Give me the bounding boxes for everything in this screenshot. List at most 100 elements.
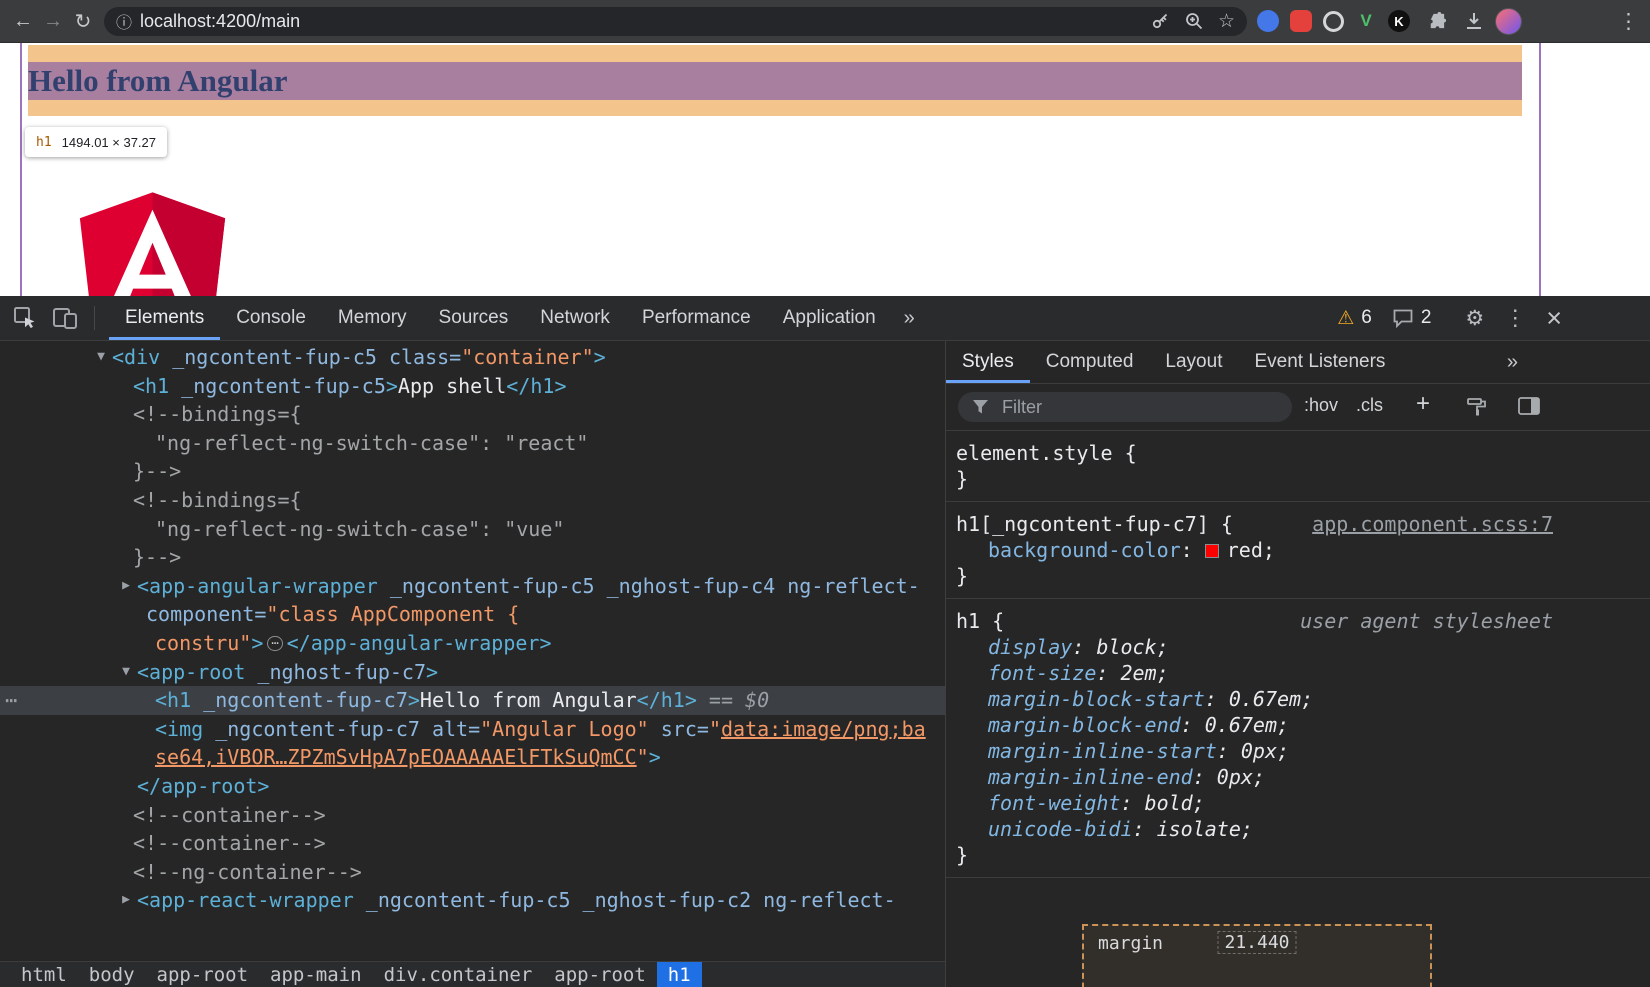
reload-button[interactable]: ↻ — [68, 9, 98, 34]
property-name[interactable]: display — [988, 635, 1072, 659]
styles-tab-computed[interactable]: Computed — [1030, 341, 1150, 383]
extension-icon-v[interactable]: V — [1355, 10, 1377, 32]
devtools-close-icon[interactable]: × — [1546, 308, 1562, 328]
devtools-tab-memory[interactable]: Memory — [322, 296, 423, 340]
collapse-arrow-icon[interactable]: ▶ — [117, 886, 135, 915]
property-value[interactable]: 2em — [1120, 661, 1156, 685]
tree-node[interactable]: "ng-reflect-ng-switch-case": "react" — [0, 429, 945, 458]
color-swatch[interactable] — [1205, 544, 1219, 558]
property-name[interactable]: background-color — [988, 538, 1181, 562]
tree-node[interactable]: }--> — [0, 543, 945, 572]
devtools-tab-elements[interactable]: Elements — [109, 296, 220, 340]
device-toolbar-icon[interactable] — [52, 306, 78, 330]
tree-node[interactable]: <!--ng-container--> — [0, 858, 945, 887]
property-value[interactable]: bold — [1145, 791, 1193, 815]
property-value[interactable]: 0.67em — [1229, 687, 1301, 711]
styles-more-tabs-icon[interactable]: » — [1495, 341, 1530, 383]
style-declaration[interactable]: display: block; — [956, 634, 1650, 660]
devtools-tab-console[interactable]: Console — [220, 296, 322, 340]
style-declaration[interactable]: unicode-bidi: isolate; — [956, 816, 1650, 842]
extension-icon-red[interactable] — [1290, 10, 1312, 32]
property-value[interactable]: 0px — [1241, 739, 1277, 763]
devtools-tab-sources[interactable]: Sources — [423, 296, 525, 340]
styles-tab-styles[interactable]: Styles — [946, 341, 1030, 383]
styles-tab-layout[interactable]: Layout — [1149, 341, 1238, 383]
back-button[interactable]: ← — [8, 10, 38, 33]
expand-arrow-icon[interactable]: ▼ — [92, 343, 110, 372]
breadcrumb-app-root[interactable]: app-root — [543, 962, 657, 987]
devtools-tab-application[interactable]: Application — [767, 296, 892, 340]
profile-avatar[interactable] — [1495, 8, 1522, 35]
tree-node[interactable]: <!--bindings={ — [0, 400, 945, 429]
styles-tab-event-listeners[interactable]: Event Listeners — [1238, 341, 1401, 383]
property-value[interactable]: 0.67em — [1205, 713, 1277, 737]
devtools-tab-network[interactable]: Network — [524, 296, 626, 340]
extension-icon-ring[interactable] — [1323, 11, 1344, 32]
extensions-puzzle-icon[interactable] — [1421, 11, 1451, 32]
style-declaration[interactable]: margin-inline-end: 0px; — [956, 764, 1650, 790]
breadcrumb-html[interactable]: html — [10, 962, 78, 987]
tree-node-selected[interactable]: ⋯<h1 _ngcontent-fup-c7>Hello from Angula… — [0, 686, 945, 715]
property-name[interactable]: margin-inline-end — [988, 765, 1193, 789]
style-declaration[interactable]: font-size: 2em; — [956, 660, 1650, 686]
tree-node[interactable]: }--> — [0, 457, 945, 486]
warnings-badge[interactable]: ⚠ 6 — [1337, 307, 1372, 330]
tree-node[interactable]: "ng-reflect-ng-switch-case": "vue" — [0, 515, 945, 544]
stylesheet-source-link[interactable]: app.component.scss:7 — [1312, 511, 1553, 537]
property-value[interactable]: red — [1227, 538, 1263, 562]
tree-node[interactable]: ▼<div _ngcontent-fup-c5 class="container… — [0, 343, 945, 372]
style-rule[interactable]: h1[_ngcontent-fup-c7] {app.component.scs… — [946, 502, 1650, 599]
tree-node[interactable]: <h1 _ngcontent-fup-c5>App shell</h1> — [0, 372, 945, 401]
tree-node[interactable]: <!--container--> — [0, 801, 945, 830]
password-key-icon[interactable] — [1150, 11, 1170, 31]
browser-menu-icon[interactable]: ⋮ — [1618, 9, 1638, 34]
more-tabs-icon[interactable]: » — [892, 307, 927, 330]
tree-node[interactable]: </app-root> — [0, 772, 945, 801]
tree-node[interactable]: se64,iVBOR…ZPZmSvHpA7pEOAAAAAElFTkSuQmCC… — [0, 743, 945, 772]
devtools-menu-icon[interactable]: ⋮ — [1504, 305, 1526, 331]
computed-sidebar-toggle-icon[interactable] — [1518, 397, 1540, 420]
property-value[interactable]: block — [1096, 635, 1156, 659]
extension-icon-k[interactable]: K — [1388, 10, 1410, 32]
tree-node[interactable]: component="class AppComponent { — [0, 600, 945, 629]
extension-icon-blue[interactable] — [1257, 10, 1279, 32]
forward-button[interactable]: → — [38, 10, 68, 33]
styles-filter-input[interactable] — [958, 392, 1292, 422]
breadcrumb-app-root[interactable]: app-root — [146, 962, 260, 987]
property-name[interactable]: margin-block-start — [988, 687, 1205, 711]
style-declaration[interactable]: margin-block-start: 0.67em; — [956, 686, 1650, 712]
tree-node[interactable]: <img _ngcontent-fup-c7 alt="Angular Logo… — [0, 715, 945, 744]
zoom-icon[interactable] — [1184, 11, 1204, 31]
tree-node[interactable]: constru">⋯</app-angular-wrapper> — [0, 629, 945, 658]
property-value[interactable]: isolate — [1157, 817, 1241, 841]
property-name[interactable]: unicode-bidi — [988, 817, 1133, 841]
style-declaration[interactable]: font-weight: bold; — [956, 790, 1650, 816]
tree-node[interactable]: ▶<app-react-wrapper _ngcontent-fup-c5 _n… — [0, 886, 945, 915]
toggle-element-state-button[interactable]: :hov — [1304, 395, 1338, 416]
devtools-settings-icon[interactable]: ⚙ — [1465, 306, 1484, 331]
style-rule[interactable]: h1 {user agent stylesheetdisplay: block;… — [946, 599, 1650, 878]
breadcrumb-body[interactable]: body — [78, 962, 146, 987]
property-name[interactable]: font-weight — [988, 791, 1120, 815]
tree-node[interactable]: <!--bindings={ — [0, 486, 945, 515]
box-model-preview[interactable]: margin 21.440 — [1082, 924, 1432, 987]
breadcrumb-h1[interactable]: h1 — [657, 962, 702, 987]
property-name[interactable]: font-size — [988, 661, 1096, 685]
box-model-margin-value[interactable]: 21.440 — [1217, 931, 1296, 954]
style-rule[interactable]: element.style {} — [946, 431, 1650, 502]
property-value[interactable]: 0px — [1217, 765, 1253, 789]
site-info-icon[interactable]: ⓘ — [116, 9, 132, 33]
style-declaration[interactable]: background-color: red; — [956, 537, 1650, 563]
address-bar[interactable]: ⓘ localhost:4200/main ☆ — [104, 7, 1247, 36]
tree-node[interactable]: ▶<app-angular-wrapper _ngcontent-fup-c5 … — [0, 572, 945, 601]
downloads-icon[interactable] — [1459, 11, 1489, 31]
rendering-emulation-icon[interactable] — [1466, 397, 1488, 422]
property-name[interactable]: margin-block-end — [988, 713, 1181, 737]
style-declaration[interactable]: margin-inline-start: 0px; — [956, 738, 1650, 764]
collapse-arrow-icon[interactable]: ▶ — [117, 572, 135, 601]
tree-node[interactable]: <!--container--> — [0, 829, 945, 858]
style-declaration[interactable]: margin-block-end: 0.67em; — [956, 712, 1650, 738]
devtools-tab-performance[interactable]: Performance — [626, 296, 767, 340]
property-name[interactable]: margin-inline-start — [988, 739, 1217, 763]
element-classes-button[interactable]: .cls — [1356, 395, 1383, 416]
